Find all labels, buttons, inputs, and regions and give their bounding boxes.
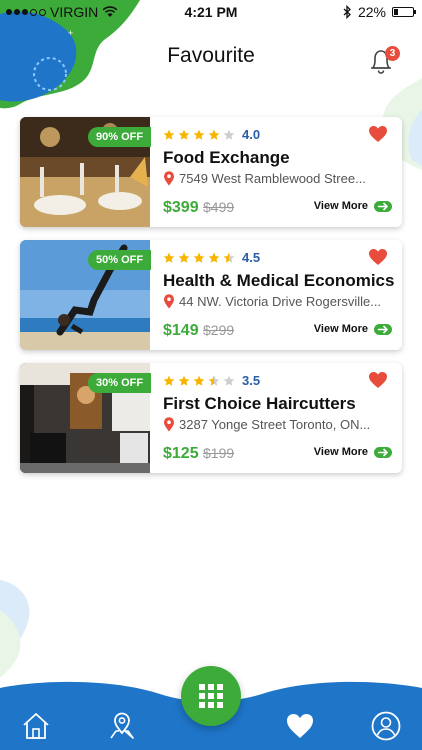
address-text: 7549 West Ramblewood Stree... bbox=[179, 171, 366, 186]
star-filled-icon bbox=[178, 129, 190, 140]
battery-percent: 22% bbox=[357, 4, 386, 20]
rating-value: 4.5 bbox=[242, 250, 261, 265]
star-filled-icon bbox=[163, 129, 175, 140]
view-more-button[interactable]: View More bbox=[314, 323, 392, 335]
star-filled-icon bbox=[193, 375, 205, 386]
heart-icon[interactable] bbox=[284, 710, 316, 742]
profile-icon[interactable] bbox=[370, 710, 402, 742]
decorative-blob-left bbox=[0, 580, 30, 678]
status-bar: VIRGIN 4:21 PM 22% bbox=[0, 0, 422, 24]
star-filled-icon bbox=[208, 129, 220, 140]
card-title[interactable]: First Choice Haircutters bbox=[163, 394, 356, 414]
rating-value: 4.0 bbox=[242, 127, 261, 142]
star-filled-icon bbox=[208, 252, 220, 263]
star-filled-icon bbox=[193, 252, 205, 263]
favourite-heart-icon[interactable] bbox=[368, 371, 388, 389]
original-price: $299 bbox=[203, 322, 235, 338]
address-text: 3287 Yonge Street Toronto, ON... bbox=[179, 417, 371, 432]
star-filled-icon bbox=[163, 252, 175, 263]
rating-stars: 3.5 bbox=[163, 373, 260, 388]
card-body: 4.5 Health & Medical Economics 44 NW. Vi… bbox=[163, 240, 394, 350]
card-address: 3287 Yonge Street Toronto, ON... bbox=[163, 417, 392, 432]
map-pin-icon[interactable] bbox=[106, 710, 138, 742]
arrow-right-icon bbox=[374, 323, 392, 335]
battery-icon bbox=[392, 7, 416, 17]
original-price: $499 bbox=[203, 199, 235, 215]
discount-badge: 90% OFF bbox=[88, 127, 152, 147]
current-price: $149 bbox=[163, 322, 199, 339]
favourite-heart-icon[interactable] bbox=[368, 125, 388, 143]
card-title[interactable]: Food Exchange bbox=[163, 148, 290, 168]
favourite-card[interactable]: 30% OFF 3.5 First Choice Haircutters 328… bbox=[20, 363, 402, 473]
view-more-label: View More bbox=[313, 446, 368, 458]
view-more-button[interactable]: View More bbox=[314, 200, 392, 212]
location-pin-icon bbox=[164, 417, 174, 432]
grid-menu-button[interactable] bbox=[181, 666, 241, 726]
arrow-right-icon bbox=[374, 200, 392, 212]
card-address: 44 NW. Victoria Drive Rogersville... bbox=[163, 294, 392, 309]
favourite-card[interactable]: 50% OFF 4.5 Health & Medical Economics 4… bbox=[20, 240, 402, 350]
star-filled-icon bbox=[178, 252, 190, 263]
view-more-button[interactable]: View More bbox=[314, 446, 392, 458]
current-price: $125 bbox=[163, 445, 199, 462]
page-title: Favourite bbox=[167, 44, 255, 67]
arrow-right-icon bbox=[374, 446, 392, 458]
home-icon[interactable] bbox=[20, 710, 52, 742]
favourite-heart-icon[interactable] bbox=[368, 248, 388, 266]
star-filled-icon bbox=[178, 375, 190, 386]
star-half-icon bbox=[208, 375, 220, 386]
grid-icon bbox=[199, 684, 223, 708]
bluetooth-icon bbox=[343, 5, 351, 19]
rating-stars: 4.5 bbox=[163, 250, 260, 265]
status-right: 22% bbox=[343, 4, 416, 20]
star-empty-icon bbox=[223, 375, 235, 386]
star-filled-icon bbox=[163, 375, 175, 386]
rating-value: 3.5 bbox=[242, 373, 261, 388]
star-empty-icon bbox=[223, 129, 235, 140]
address-text: 44 NW. Victoria Drive Rogersville... bbox=[179, 294, 382, 309]
svg-text:+: + bbox=[68, 28, 73, 38]
card-title[interactable]: Health & Medical Economics bbox=[163, 271, 394, 291]
discount-badge: 50% OFF bbox=[88, 250, 152, 270]
view-more-label: View More bbox=[313, 323, 368, 335]
favourites-list: 90% OFF 4.0 Food Exchange 7549 West Ramb… bbox=[20, 117, 402, 486]
card-body: 4.0 Food Exchange 7549 West Ramblewood S… bbox=[163, 117, 392, 227]
current-price: $399 bbox=[163, 199, 199, 216]
discount-badge: 30% OFF bbox=[88, 373, 152, 393]
card-body: 3.5 First Choice Haircutters 3287 Yonge … bbox=[163, 363, 392, 473]
original-price: $199 bbox=[203, 445, 235, 461]
location-pin-icon bbox=[164, 171, 174, 186]
location-pin-icon bbox=[164, 294, 174, 309]
view-more-label: View More bbox=[313, 200, 368, 212]
card-address: 7549 West Ramblewood Stree... bbox=[163, 171, 392, 186]
favourite-card[interactable]: 90% OFF 4.0 Food Exchange 7549 West Ramb… bbox=[20, 117, 402, 227]
rating-stars: 4.0 bbox=[163, 127, 260, 142]
star-filled-icon bbox=[193, 129, 205, 140]
star-half-icon bbox=[223, 252, 235, 263]
notification-badge: 3 bbox=[385, 46, 400, 61]
